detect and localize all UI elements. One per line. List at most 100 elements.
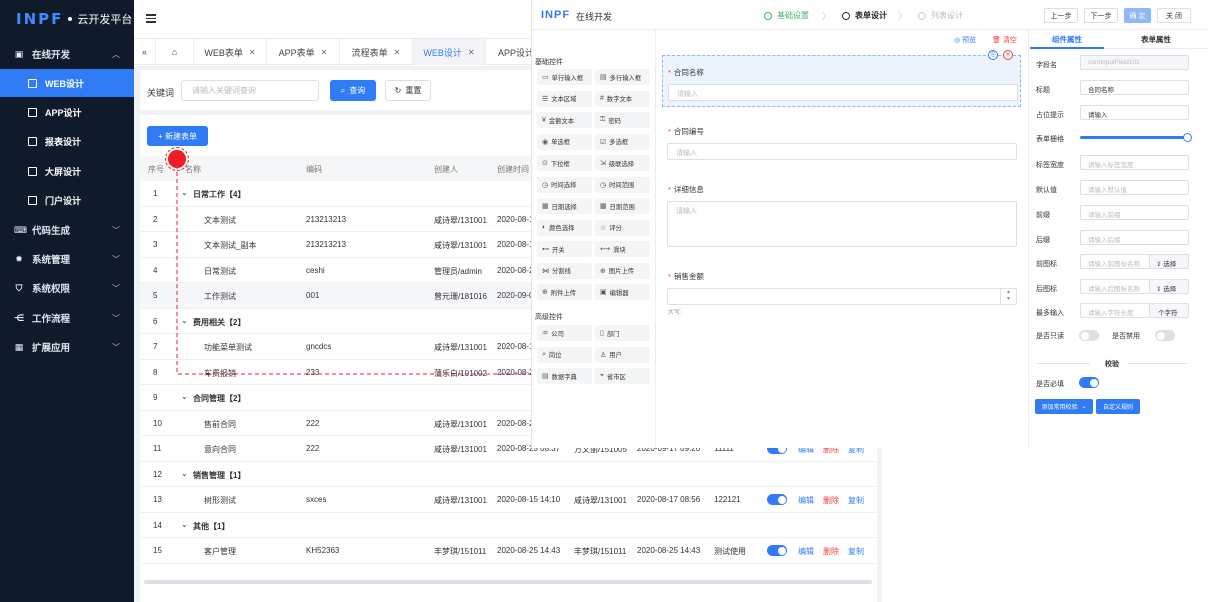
close-icon[interactable]: ✕ (468, 48, 475, 57)
close-icon[interactable]: ✕ (394, 48, 401, 57)
copy-link[interactable]: 复制 (848, 495, 864, 506)
reset-button[interactable]: ↻ 重置 (385, 80, 431, 101)
palette-item[interactable]: ☆ 评分 (595, 219, 650, 236)
prefix-icon-select-button[interactable]: ⇪ 选择 (1149, 254, 1189, 269)
tab-form-props[interactable]: 表单属性 (1104, 31, 1208, 49)
delete-link[interactable]: 删除 (823, 546, 839, 557)
label-width-input[interactable]: 请输入标签宽度 (1080, 155, 1189, 170)
sidebar-item-web-design[interactable]: WEB设计 (0, 69, 134, 97)
sidebar-group-system[interactable]: ✹ 系统管理 ﹀ (0, 245, 134, 273)
palette-item[interactable]: ▤ 多行输入框 (595, 69, 650, 85)
palette-item[interactable]: ◉ 单选框 (537, 133, 592, 150)
table-group-row[interactable]: 14 ⌄ 其他【1】 (140, 512, 877, 538)
step-list-design[interactable]: 列表设计 (918, 10, 963, 21)
new-form-button[interactable]: + 新建表单 (147, 126, 208, 146)
confirm-button[interactable]: 确 定 (1124, 8, 1151, 23)
palette-item[interactable]: ⚿ 密码 (595, 112, 650, 128)
clear-button[interactable]: 🗑 清空 (992, 35, 1017, 45)
chevron-down-icon[interactable]: ▼ (1006, 296, 1011, 302)
chevron-up-icon[interactable]: ▲ (1006, 289, 1011, 295)
query-button[interactable]: ⌕ 查询 (330, 80, 376, 101)
tab-app-form[interactable]: APP表单 ✕ (267, 39, 340, 65)
sales-amount-input[interactable] (667, 288, 1017, 305)
palette-item[interactable]: ♒ 公司 (537, 325, 592, 341)
palette-item[interactable]: ⋈ 分割线 (537, 262, 592, 279)
sidebar-group-workflow[interactable]: ⋲ 工作流程 ﹀ (0, 304, 134, 332)
expand-chevron-icon[interactable]: ⌄ (181, 392, 188, 401)
delete-link[interactable]: 删除 (823, 495, 839, 506)
app-logo[interactable]: INPF 云开发平台 (0, 0, 134, 38)
tab-flow-form[interactable]: 流程表单 ✕ (340, 39, 413, 65)
step-basic-settings[interactable]: 基础设置 (764, 10, 809, 21)
readonly-switch[interactable] (1079, 330, 1099, 341)
detail-info-textarea[interactable]: 请输入 (667, 201, 1017, 247)
keyword-search-input[interactable]: 请输入关键词查询 (181, 80, 319, 101)
contract-number-input[interactable]: 请输入 (667, 143, 1017, 160)
sidebar-item-portal-design[interactable]: 门户设计 (0, 186, 134, 214)
sidebar-group-codegen[interactable]: ⌨ 代码生成 ﹀ (0, 216, 134, 244)
suffix-icon-select-button[interactable]: ⇪ 选择 (1149, 279, 1189, 294)
horizontal-scrollbar[interactable] (144, 580, 872, 584)
suffix-input[interactable]: 请输入后缀 (1080, 230, 1189, 245)
table-group-row[interactable]: 12 ⌄ 销售管理【1】 (140, 461, 877, 487)
palette-item[interactable]: ▤ 数据字典 (537, 368, 592, 384)
palette-item[interactable]: ⌕ 岗位 (537, 346, 592, 363)
palette-item[interactable]: ⊕ 附件上传 (537, 284, 592, 300)
copy-icon[interactable]: ⎘ (988, 50, 998, 60)
table-row[interactable]: 13 树形测试 sxces 咸诗翠/131001 2020-08-15 14:10 咸诗翠… (140, 487, 877, 513)
close-icon[interactable]: ✕ (321, 48, 328, 57)
delete-icon[interactable]: ✕ (1003, 50, 1013, 60)
palette-item[interactable]: ◷ 时间选择 (537, 176, 592, 193)
palette-item[interactable]: ☑ 多选框 (595, 133, 650, 150)
tab-web-design[interactable]: WEB设计 ✕ (413, 39, 486, 65)
contract-name-input[interactable]: 请输入 (668, 84, 1018, 101)
status-toggle[interactable] (767, 545, 787, 556)
prefix-input[interactable]: 请输入前缀 (1080, 205, 1189, 220)
menu-toggle-icon[interactable] (146, 14, 156, 23)
sidebar-group-extensions[interactable]: ▦ 扩展应用 ﹀ (0, 333, 134, 361)
prefix-icon-input[interactable]: 请输入前图标名称 (1080, 254, 1150, 269)
tab-web-form[interactable]: WEB表单 ✕ (194, 39, 267, 65)
home-icon[interactable]: ⌂ (156, 39, 194, 65)
required-switch[interactable] (1079, 377, 1099, 388)
max-length-input[interactable]: 请输入字符长度 (1080, 303, 1150, 318)
edit-link[interactable]: 编辑 (798, 495, 814, 506)
palette-item[interactable]: ⊙ 下拉框 (537, 155, 592, 171)
palette-item[interactable]: ⊕ 图片上传 (595, 262, 650, 279)
status-toggle[interactable] (767, 494, 787, 505)
sidebar-group-permission[interactable]: ⛉ 系统权限 ﹀ (0, 274, 134, 302)
table-row[interactable]: 15 客户管理 KH52363 丰梦琪/151011 2020-08-25 14:43 丰… (140, 538, 877, 564)
prev-step-button[interactable]: 上一步 (1044, 8, 1078, 23)
close-button[interactable]: 关 闭 (1157, 8, 1191, 23)
close-icon[interactable]: ✕ (249, 48, 256, 57)
amount-stepper[interactable]: ▲ ▼ (1000, 289, 1016, 304)
add-common-rule-button[interactable]: 添加常用校验 ⌄ (1035, 399, 1093, 414)
palette-item[interactable]: ▦ 日期选择 (537, 198, 592, 214)
step-form-design[interactable]: 表单设计 (842, 10, 887, 21)
palette-item[interactable]: ▭ 单行输入框 (537, 69, 592, 85)
grid-slider[interactable] (1080, 136, 1187, 139)
palette-item[interactable]: ⌖ 省市区 (595, 368, 650, 384)
tabs-scroll-left-icon[interactable]: « (134, 39, 156, 65)
palette-item[interactable]: ▣ 编辑器 (595, 284, 650, 300)
palette-item[interactable]: ⇲ 级联选择 (595, 155, 650, 171)
palette-item[interactable]: ▯ 部门 (595, 325, 650, 341)
field-name-input[interactable]: comInputField101 (1080, 55, 1189, 70)
tab-app-design[interactable]: APP设计 (486, 39, 536, 65)
expand-chevron-icon[interactable]: ⌄ (181, 520, 188, 529)
copy-link[interactable]: 复制 (848, 546, 864, 557)
sidebar-group-online-dev[interactable]: ▣ 在线开发 ︿ (0, 40, 134, 68)
grid-slider-handle[interactable] (1183, 133, 1192, 142)
palette-item[interactable]: ◐ 颜色选择 (537, 219, 592, 236)
palette-item[interactable]: ☰ 文本区域 (537, 90, 592, 107)
next-step-button[interactable]: 下一步 (1084, 8, 1118, 23)
placeholder-input[interactable]: 请输入 (1080, 105, 1189, 120)
expand-chevron-icon[interactable]: ⌄ (181, 469, 188, 478)
sidebar-item-screen-design[interactable]: 大屏设计 (0, 157, 134, 185)
tab-component-props[interactable]: 组件属性 (1030, 31, 1104, 49)
sidebar-item-report-design[interactable]: 报表设计 (0, 127, 134, 155)
suffix-icon-input[interactable]: 请输入后图标名称 (1080, 279, 1150, 294)
palette-item[interactable]: ♙ 用户 (595, 346, 650, 363)
custom-rule-button[interactable]: 自定义规则 (1096, 399, 1140, 414)
palette-item[interactable]: # 数字文本 (595, 90, 650, 107)
